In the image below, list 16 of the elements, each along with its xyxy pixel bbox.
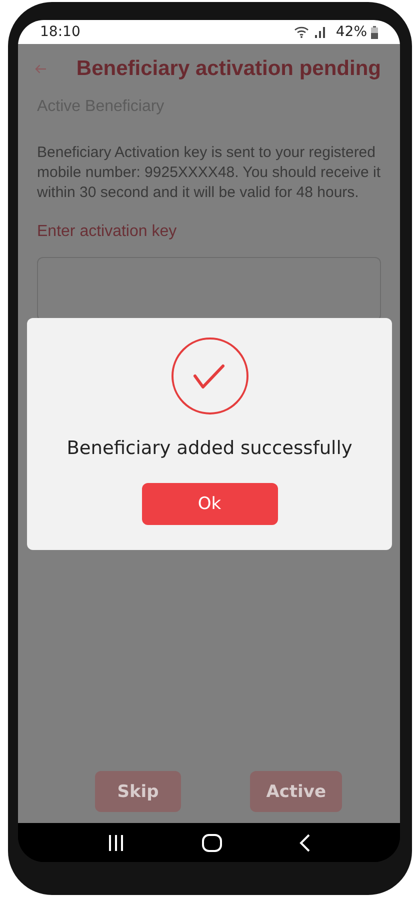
page-title: Beneficiary activation pending: [76, 57, 381, 81]
status-time: 18:10: [40, 24, 82, 40]
home-icon[interactable]: [202, 834, 222, 852]
dialog-message: Beneficiary added successfully: [66, 438, 352, 459]
back-icon[interactable]: [299, 834, 312, 852]
battery-level: 42%: [336, 24, 367, 40]
field-label: Enter activation key: [37, 223, 178, 241]
battery-icon: [371, 26, 378, 38]
action-button[interactable]: Skip: [95, 771, 181, 812]
signal-icon: [314, 26, 326, 38]
wifi-icon: [294, 26, 310, 38]
activation-message: Beneficiary Activation key is sent to your registered mobile number: 9925XXXX48. You should receive it within 30 second and it will be valid for 48 hours.: [37, 143, 381, 203]
action-button[interactable]: Active: [250, 771, 342, 812]
checkmark-circle-icon: [170, 337, 248, 415]
recent-apps-icon[interactable]: [106, 834, 125, 852]
ok-button[interactable]: Ok: [142, 483, 278, 525]
